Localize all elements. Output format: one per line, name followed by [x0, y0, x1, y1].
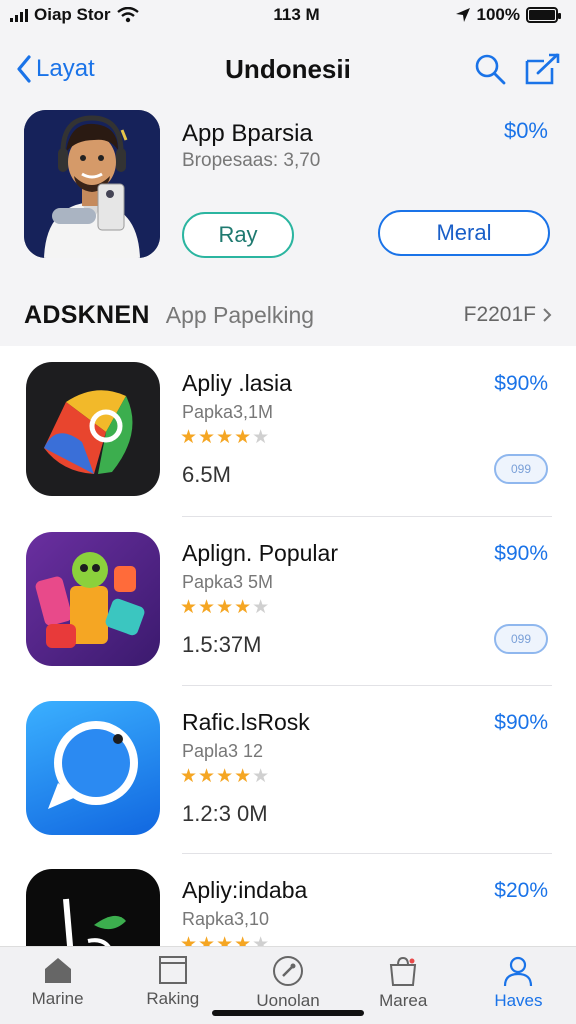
- list-item[interactable]: Apliy:indaba Rapka3,10 ★★★★★ $20%: [0, 853, 576, 946]
- half-star: ★: [252, 766, 271, 787]
- status-right: 100%: [455, 5, 561, 25]
- app-subtitle: Papla3 12: [182, 741, 264, 761]
- more-button[interactable]: Meral: [378, 210, 550, 256]
- tab-label: Haves: [494, 991, 543, 1010]
- chevron-right-icon: [543, 308, 552, 322]
- battery-icon: [526, 7, 561, 23]
- battery-percent: 100%: [476, 5, 520, 24]
- search-icon[interactable]: [474, 53, 506, 85]
- featured-app-price: $0%: [503, 118, 548, 143]
- half-star: ★: [252, 597, 271, 618]
- section-subtitle: App Papelking: [165, 301, 315, 328]
- app-subtitle: Rapka3,10: [182, 909, 270, 929]
- get-button[interactable]: 099: [494, 454, 548, 484]
- filled-stars: ★★★★: [180, 766, 253, 787]
- section-see-all-link[interactable]: F2201F: [464, 303, 552, 327]
- play-button[interactable]: Ray: [182, 212, 294, 258]
- filled-stars: ★★★★: [180, 934, 253, 946]
- app-title: Rafic.lsRosk: [182, 709, 310, 735]
- location-icon: [455, 8, 470, 22]
- compose-icon[interactable]: [524, 53, 560, 85]
- filled-stars: ★★★★: [180, 427, 253, 448]
- back-button[interactable]: Layat: [16, 55, 95, 83]
- tab-label: Marea: [379, 991, 428, 1010]
- person-illustration-icon: [24, 110, 160, 258]
- tab-profile[interactable]: Haves: [461, 947, 576, 1024]
- app-title: Aplign. Popular: [182, 540, 338, 566]
- app-subtitle: Papka3,1M: [182, 402, 274, 422]
- bag-icon: [390, 956, 417, 986]
- chevron-left-icon: [17, 55, 31, 83]
- rating-stars: ★★★★★: [180, 596, 270, 619]
- featured-app: App Bparsia Bropesaas: 3,70 $0% Ray Mera…: [0, 108, 576, 278]
- section-title: ADSKNEN: [24, 300, 150, 329]
- list-item[interactable]: Apliy .lasia Papka3,1M ★★★★★ 6.5M $90% 0…: [0, 346, 576, 516]
- app-price: $90%: [494, 542, 548, 565]
- signal-icon: [10, 8, 28, 22]
- featured-app-title: App Bparsia: [182, 120, 313, 147]
- app-size: 1.5:37M: [182, 632, 262, 657]
- get-button[interactable]: 099: [494, 624, 548, 654]
- status-time: 113 M: [273, 5, 320, 24]
- rating-stars: ★★★★★: [180, 933, 270, 946]
- list-item[interactable]: Rafic.lsRosk Papla3 12 ★★★★★ 1.2:3 0M $9…: [0, 685, 576, 855]
- tab-bar: Marine Raking Uonolan Marea Haves: [0, 946, 576, 1024]
- app-list: Apliy .lasia Papka3,1M ★★★★★ 6.5M $90% 0…: [0, 346, 576, 946]
- tab-home[interactable]: Marine: [0, 947, 115, 1024]
- status-bar: Oiap Stor 113 M 100%: [0, 0, 576, 30]
- status-left: Oiap Stor: [10, 5, 139, 25]
- rating-stars: ★★★★★: [180, 765, 270, 788]
- half-star: ★: [252, 934, 271, 946]
- app-price: $20%: [494, 879, 548, 902]
- nav-bar: Layat Undonesii: [0, 36, 576, 102]
- app-title: Apliy .lasia: [182, 370, 292, 396]
- toy-blocks-app-icon: [26, 532, 160, 666]
- wifi-icon: [116, 7, 139, 23]
- tab-label: Uonolan: [256, 991, 320, 1010]
- nav-actions: [474, 53, 560, 85]
- chrome-like-app-icon: [26, 362, 160, 496]
- section-link-label: F2201F: [463, 303, 536, 326]
- explore-icon: [273, 956, 303, 986]
- leaf-app-icon: [26, 869, 160, 946]
- ranking-icon: [158, 956, 187, 984]
- rating-stars: ★★★★★: [180, 426, 270, 449]
- app-price: $90%: [494, 372, 548, 395]
- section-header: ADSKNEN App Papelking F2201F: [0, 290, 576, 340]
- home-icon: [44, 958, 71, 983]
- app-size: 1.2:3 0M: [182, 801, 268, 826]
- app-subtitle: Papka3 5M: [182, 572, 274, 592]
- chat-bubble-app-icon: [26, 701, 160, 835]
- featured-app-subtitle: Bropesaas: 3,70: [182, 150, 321, 171]
- filled-stars: ★★★★: [180, 597, 253, 618]
- app-title: Apliy:indaba: [182, 877, 308, 903]
- app-price: $90%: [494, 711, 548, 734]
- person-icon: [504, 956, 533, 987]
- app-size: 6.5M: [182, 462, 231, 487]
- half-star: ★: [252, 427, 271, 448]
- carrier-label: Oiap Stor: [34, 5, 111, 24]
- back-label: Layat: [36, 55, 95, 82]
- home-indicator: [212, 1010, 364, 1016]
- tab-label: Raking: [146, 989, 200, 1008]
- list-item[interactable]: Aplign. Popular Papka3 5M ★★★★★ 1.5:37M …: [0, 516, 576, 686]
- featured-app-icon[interactable]: [24, 110, 160, 258]
- tab-label: Marine: [31, 989, 84, 1008]
